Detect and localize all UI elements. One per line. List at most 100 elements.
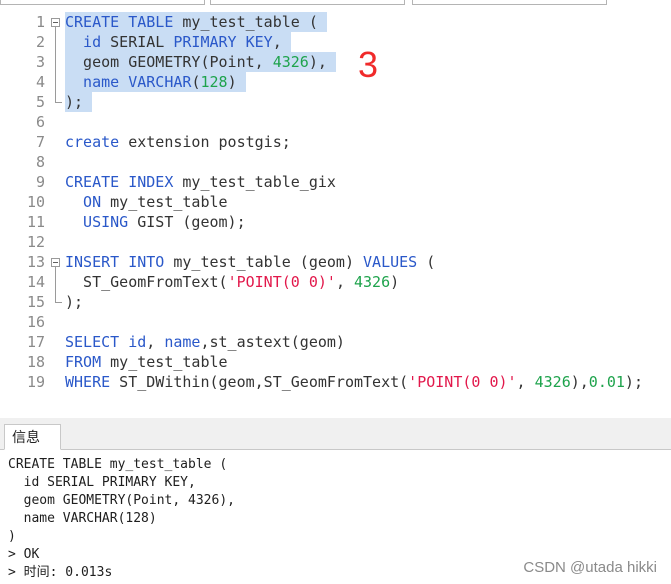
code-line[interactable]: 5); [0, 92, 671, 112]
code-token: ON [65, 193, 102, 211]
code-token: 4326 [534, 373, 571, 391]
fold-gutter-cell [48, 332, 62, 352]
output-tabbar: 信息 [0, 418, 671, 450]
code-token: ( [417, 253, 436, 271]
code-text: ); [65, 92, 93, 112]
code-text: WHERE ST_DWithin(geom,ST_GeomFromText('P… [65, 372, 643, 392]
code-text: ON my_test_table [65, 192, 228, 212]
code-text: CREATE TABLE my_test_table ( [65, 12, 327, 32]
code-token: 128 [200, 73, 228, 91]
tab-info[interactable]: 信息 [4, 424, 61, 450]
output-line: ) [8, 529, 16, 544]
line-number: 1 [35, 13, 45, 31]
line-number: 15 [26, 293, 45, 311]
code-text: ); [65, 292, 83, 312]
line-number: 2 [35, 33, 45, 51]
code-token: SERIAL [101, 33, 174, 51]
code-text: geom GEOMETRY(Point, 4326), [65, 52, 336, 72]
line-number: 4 [35, 73, 45, 91]
code-line[interactable]: 11 USING GIST (geom); [0, 212, 671, 232]
fold-gutter-cell [48, 152, 62, 172]
fold-gutter-cell [48, 112, 62, 132]
line-number: 5 [35, 93, 45, 111]
code-token: CREATE TABLE [65, 13, 174, 31]
output-line: CREATE TABLE my_test_table ( [8, 457, 228, 472]
fold-gutter-cell [48, 312, 62, 332]
code-line[interactable]: 12 [0, 232, 671, 252]
code-line[interactable]: 10 ON my_test_table [0, 192, 671, 212]
code-token: ), [570, 373, 589, 391]
fold-line-icon [48, 52, 62, 72]
code-text: ST_GeomFromText('POINT(0 0)', 4326) [65, 272, 399, 292]
code-line[interactable]: 15); [0, 292, 671, 312]
code-line[interactable]: 13 INSERT INTO my_test_table (geom) VALUE… [0, 252, 671, 272]
code-line[interactable]: 3 geom GEOMETRY(Point, 4326), [0, 52, 671, 72]
fold-minus-icon[interactable] [48, 252, 62, 272]
code-text: CREATE INDEX my_test_table_gix [65, 172, 336, 192]
code-line[interactable]: 6 [0, 112, 671, 132]
code-line[interactable]: 4 name VARCHAR(128) [0, 72, 671, 92]
line-number: 19 [26, 373, 45, 391]
fold-minus-icon[interactable] [48, 12, 62, 32]
fold-gutter-cell [48, 212, 62, 232]
app-window: 1 CREATE TABLE my_test_table (2 id SERIAL… [0, 0, 671, 584]
code-line[interactable]: 2 id SERIAL PRIMARY KEY, [0, 32, 671, 52]
annotation-number: 3 [358, 44, 379, 85]
code-line[interactable]: 8 [0, 152, 671, 172]
code-line[interactable]: 9 CREATE INDEX my_test_table_gix [0, 172, 671, 192]
code-token: my_test_table ( [173, 13, 318, 31]
line-number: 3 [35, 53, 45, 71]
code-token: name [164, 333, 201, 351]
line-number: 17 [26, 333, 45, 351]
code-token: USING [65, 213, 129, 231]
code-token: INSERT INTO [65, 253, 165, 271]
sql-editor[interactable]: 1 CREATE TABLE my_test_table (2 id SERIAL… [0, 5, 671, 418]
code-line[interactable]: 16 [0, 312, 671, 332]
code-text: INSERT INTO my_test_table (geom) VALUES … [65, 252, 435, 272]
code-token: ) [390, 273, 400, 291]
fold-line-icon [48, 32, 62, 52]
code-token: , [146, 333, 165, 351]
line-number: 7 [35, 133, 45, 151]
code-line[interactable]: 17 SELECT id, name,st_astext(geom) [0, 332, 671, 352]
code-token: ), [308, 53, 327, 71]
tab-info-label: 信息 [12, 429, 40, 445]
code-token: , [272, 33, 282, 51]
code-line[interactable]: 14 ST_GeomFromText('POINT(0 0)', 4326) [0, 272, 671, 292]
line-number: 11 [26, 213, 45, 231]
output-line: geom GEOMETRY(Point, 4326), [8, 493, 235, 508]
code-token: extension postgis; [119, 133, 291, 151]
code-token: my_test_table_gix [173, 173, 336, 191]
line-number: 18 [26, 353, 45, 371]
code-token: my_test_table [101, 193, 228, 211]
code-token: GIST (geom); [128, 213, 246, 231]
line-number: 12 [26, 233, 45, 251]
code-token: name VARCHAR [65, 73, 192, 91]
code-token: ST_DWithin(geom,ST_GeomFromText( [110, 373, 409, 391]
fold-gutter-cell [48, 372, 62, 392]
fold-gutter-cell [48, 172, 62, 192]
line-number: 14 [26, 273, 45, 291]
line-number: 16 [26, 313, 45, 331]
code-token: ); [624, 373, 643, 391]
fold-gutter-cell [48, 352, 62, 372]
fold-line-icon [48, 272, 62, 292]
code-token: ) [227, 73, 237, 91]
code-token: 4326 [272, 53, 309, 71]
line-number: 8 [35, 153, 45, 171]
code-line[interactable]: 19 WHERE ST_DWithin(geom,ST_GeomFromText(… [0, 372, 671, 392]
code-lines[interactable]: 1 CREATE TABLE my_test_table (2 id SERIAL… [0, 12, 671, 392]
fold-gutter-cell [48, 192, 62, 212]
code-text: create extension postgis; [65, 132, 291, 152]
code-token: id [65, 33, 102, 51]
code-line[interactable]: 7 create extension postgis; [0, 132, 671, 152]
code-token: 'POINT(0 0)' [408, 373, 517, 391]
code-token: VALUES [363, 253, 418, 271]
code-line[interactable]: 1 CREATE TABLE my_test_table ( [0, 12, 671, 32]
fold-end-icon [48, 92, 62, 112]
code-line[interactable]: 18 FROM my_test_table [0, 352, 671, 372]
code-token: , [516, 373, 535, 391]
code-token: WHERE [65, 373, 111, 391]
code-token: create [65, 133, 120, 151]
fold-gutter-cell [48, 132, 62, 152]
